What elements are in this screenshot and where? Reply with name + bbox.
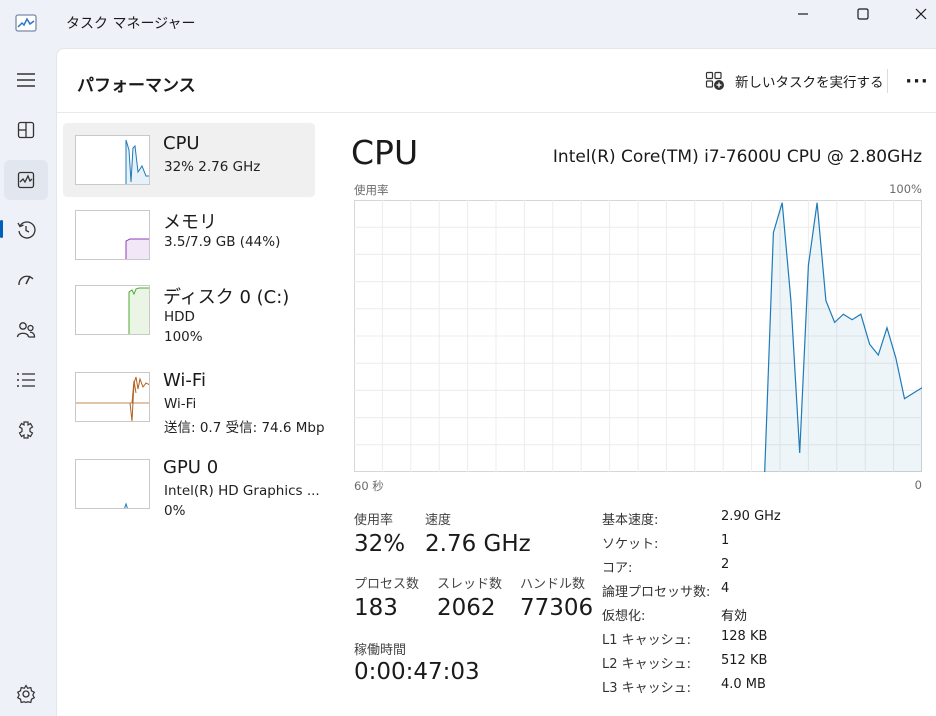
spec-label: 基本速度:: [602, 513, 659, 528]
cpu-model-name: Intel(R) Core(TM) i7-7600U CPU @ 2.80GHz: [552, 147, 922, 167]
resource-detail: 100%: [164, 329, 203, 345]
more-options-button[interactable]: ···: [901, 65, 933, 97]
handles-label: ハンドル数: [520, 577, 586, 592]
graph-x-right-label: 0: [914, 478, 922, 492]
nav-users[interactable]: [4, 310, 48, 350]
spec-label: 論理プロセッサ数:: [602, 585, 711, 600]
spec-value: 2.90 GHz: [721, 509, 781, 524]
resource-name: ディスク 0 (C:): [163, 287, 290, 308]
resource-item-gpu[interactable]: GPU 0 Intel(R) HD Graphics ... 0%: [63, 447, 320, 521]
main-panel: パフォーマンス 新しいタスクを実行する ··· CPU 32% 2.76 GHz: [56, 48, 936, 716]
hamburger-menu-button[interactable]: [4, 60, 48, 100]
navigation-rail: [0, 48, 56, 716]
processes-icon: [17, 121, 35, 139]
spec-value: 128 KB: [721, 629, 768, 644]
hamburger-menu-icon: [17, 73, 35, 87]
spec-value: 512 KB: [721, 653, 768, 668]
threads-value: 2062: [437, 595, 496, 621]
spec-label: L1 キャッシュ:: [602, 633, 692, 648]
spec-value: 4.0 MB: [721, 677, 766, 692]
active-nav-indicator: [0, 220, 3, 238]
header-divider: [887, 69, 888, 93]
spec-label: コア:: [602, 561, 633, 576]
spec-label: ソケット:: [602, 537, 659, 552]
services-icon: [18, 421, 34, 439]
graph-y-axis-label: 使用率: [354, 183, 389, 197]
close-button[interactable]: [898, 0, 936, 28]
new-task-icon: [705, 71, 724, 90]
cpu-thumbnail-graph: [75, 135, 150, 185]
handles-value: 77306: [520, 595, 594, 621]
cpu-usage-graph: [354, 200, 922, 472]
settings-icon: [16, 684, 36, 704]
startup-apps-icon: [18, 275, 34, 286]
spec-label: 仮想化:: [602, 609, 646, 624]
minimize-button[interactable]: [780, 0, 826, 28]
disk-thumbnail-graph: [75, 285, 150, 335]
resource-detail: HDD: [164, 309, 195, 325]
minimize-icon: [798, 13, 808, 15]
graph-y-max-label: 100%: [889, 182, 922, 196]
details-icon: [17, 373, 35, 387]
close-icon: [915, 8, 927, 20]
more-options-icon: ···: [905, 70, 929, 92]
maximize-icon: [857, 8, 869, 20]
run-new-task-button[interactable]: 新しいタスクを実行する: [697, 63, 892, 99]
spec-value: 4: [721, 581, 730, 596]
spec-label: L3 キャッシュ:: [602, 681, 692, 696]
run-new-task-label: 新しいタスクを実行する: [735, 75, 884, 91]
graph-x-left-label: 60 秒: [354, 479, 384, 493]
users-icon: [16, 322, 36, 338]
nav-settings[interactable]: [4, 674, 48, 714]
detail-title: CPU: [351, 133, 419, 172]
resource-name: Wi-Fi: [163, 370, 206, 391]
gpu-thumbnail-graph: [75, 459, 150, 509]
wifi-thumbnail-graph: [75, 372, 150, 422]
resource-name: GPU 0: [163, 457, 219, 478]
nav-startup-apps[interactable]: [4, 260, 48, 300]
usage-value: 32%: [354, 531, 406, 557]
resource-item-disk[interactable]: ディスク 0 (C:) HDD 100%: [63, 273, 315, 347]
window-title: タスク マネージャー: [66, 16, 196, 32]
memory-thumbnail-graph: [75, 210, 150, 260]
processes-label: プロセス数: [354, 577, 420, 592]
spec-label: L2 キャッシュ:: [602, 657, 692, 672]
resource-name: CPU: [163, 133, 200, 154]
spec-value: 1: [721, 533, 730, 548]
speed-value: 2.76 GHz: [425, 531, 531, 557]
page-header: パフォーマンス 新しいタスクを実行する ···: [57, 49, 936, 113]
resource-detail: 0%: [164, 503, 186, 519]
resource-detail: 32% 2.76 GHz: [164, 159, 261, 175]
task-manager-app-icon: [15, 13, 37, 33]
resource-detail: Intel(R) HD Graphics ...: [164, 483, 320, 499]
performance-icon: [17, 171, 35, 189]
usage-label: 使用率: [354, 513, 394, 528]
resource-item-wifi[interactable]: Wi-Fi Wi-Fi 送信: 0.7 受信: 74.6 Mbp: [63, 360, 325, 436]
uptime-label: 稼働時間: [354, 643, 407, 658]
resource-name: メモリ: [163, 212, 217, 233]
nav-app-history[interactable]: [4, 210, 48, 250]
spec-value: 2: [721, 557, 730, 572]
resource-item-cpu[interactable]: CPU 32% 2.76 GHz: [63, 123, 315, 197]
nav-details[interactable]: [4, 360, 48, 400]
speed-label: 速度: [425, 513, 452, 528]
threads-label: スレッド数: [437, 577, 503, 592]
resource-item-memory[interactable]: メモリ 3.5/7.9 GB (44%): [63, 198, 315, 272]
resource-detail: 3.5/7.9 GB (44%): [164, 234, 281, 250]
maximize-button[interactable]: [840, 0, 886, 28]
processes-value: 183: [354, 595, 398, 621]
nav-performance[interactable]: [4, 160, 48, 200]
spec-value: 有効: [721, 609, 748, 624]
nav-processes[interactable]: [4, 110, 48, 150]
uptime-value: 0:00:47:03: [354, 659, 480, 685]
resource-detail: 送信: 0.7 受信: 74.6 Mbp: [164, 420, 325, 436]
resource-detail: Wi-Fi: [164, 396, 197, 412]
title-bar: タスク マネージャー: [0, 0, 936, 48]
page-title: パフォーマンス: [77, 76, 196, 96]
nav-services[interactable]: [4, 410, 48, 450]
app-history-icon: [17, 221, 36, 239]
